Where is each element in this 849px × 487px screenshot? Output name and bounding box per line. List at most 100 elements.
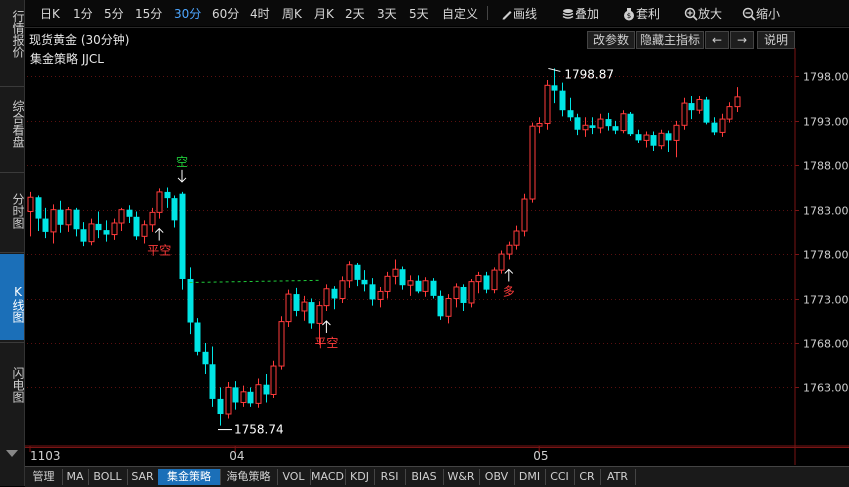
sidebar-tab-flash[interactable]: 闪电图 xyxy=(0,362,25,408)
price-tick-label: 1783.00 xyxy=(803,205,849,218)
indicator-tab[interactable]: CCI xyxy=(545,469,575,485)
candle-body xyxy=(529,125,536,200)
overlay-button[interactable]: 叠加 xyxy=(561,5,599,22)
help-button[interactable]: 说明 xyxy=(757,31,795,49)
zoom-in-button[interactable]: 放大 xyxy=(684,5,722,22)
candle-body xyxy=(285,293,292,323)
candle-body xyxy=(156,191,163,213)
indicator-tab[interactable]: VOL xyxy=(277,469,311,485)
candle-body xyxy=(567,110,574,118)
indicator-tab[interactable]: MA xyxy=(62,469,89,485)
price-tick-label: 1773.00 xyxy=(803,294,849,307)
candle-body xyxy=(506,244,513,255)
zoom-out-button[interactable]: 缩小 xyxy=(742,5,780,22)
candle-body xyxy=(491,269,498,291)
kline-chart[interactable]: 1798.871758.74空平空平空多 1798.001793.001788.… xyxy=(25,48,849,465)
period-3day[interactable]: 3天 xyxy=(377,5,397,22)
period-60min[interactable]: 60分 xyxy=(212,5,239,22)
candle-body xyxy=(247,391,254,404)
period-4h[interactable]: 4时 xyxy=(250,5,270,22)
candle-body xyxy=(643,134,650,141)
candle-body xyxy=(316,305,323,324)
candles xyxy=(27,68,741,426)
next-indicator-button[interactable]: → xyxy=(730,31,754,49)
candle-body xyxy=(498,253,505,271)
indicator-tab[interactable]: SAR xyxy=(127,469,159,485)
period-5day[interactable]: 5天 xyxy=(409,5,429,22)
period-week-k[interactable]: 周K xyxy=(282,5,302,22)
indicator-tab[interactable]: DMI xyxy=(514,469,546,485)
sidebar-tab-overview[interactable]: 综合看盘 xyxy=(0,94,25,154)
candle-body xyxy=(50,209,57,233)
indicator-tab[interactable]: W&R xyxy=(443,469,480,485)
indicator-tab[interactable]: OBV xyxy=(479,469,515,485)
indicator-tabs: 管理 MA BOLL SAR 集金策略 海龟策略 VOL MACD KDJ RSI BIAS W&R O… xyxy=(25,466,849,487)
arbitrage-bag-icon: $ xyxy=(622,7,636,21)
left-sidebar: 行情报价 综合看盘 分时图 K线图 闪电图 xyxy=(0,0,25,486)
candle-body xyxy=(293,294,300,311)
period-month-k[interactable]: 月K xyxy=(314,5,334,22)
sidebar-tab-kline[interactable]: K线图 xyxy=(0,254,25,340)
candle-body xyxy=(620,113,627,132)
svg-text:$: $ xyxy=(627,12,631,20)
cover-signal-label: 平空 xyxy=(314,336,338,350)
sidebar-tab-quotes[interactable]: 行情报价 xyxy=(0,4,25,64)
candle-body xyxy=(589,125,596,128)
indicator-tab[interactable]: 集金策略 xyxy=(158,469,221,485)
sidebar-scroll-down-icon[interactable] xyxy=(6,450,18,457)
candle-body xyxy=(35,197,42,219)
indicator-tab[interactable]: BOLL xyxy=(88,469,128,485)
candle-body xyxy=(301,301,308,312)
indicator-tab[interactable]: ATR xyxy=(600,469,636,485)
candle-body xyxy=(673,124,680,141)
instrument-title: 现货黄金 (30分钟) xyxy=(29,33,130,47)
indicator-tab[interactable]: RSI xyxy=(374,469,406,485)
candle-body xyxy=(73,209,80,230)
change-params-button[interactable]: 改参数 xyxy=(587,31,635,49)
candle-body xyxy=(627,113,634,135)
candle-body xyxy=(202,351,209,365)
candle-body xyxy=(111,222,118,236)
sidebar-tab-timeshare[interactable]: 分时图 xyxy=(0,188,25,234)
candle-body xyxy=(369,284,376,300)
arbitrage-button[interactable]: $ 套利 xyxy=(622,5,660,22)
overlay-stack-icon xyxy=(561,8,575,20)
candle-body xyxy=(635,134,642,141)
candle-body xyxy=(103,230,110,235)
period-1min[interactable]: 1分 xyxy=(73,5,93,22)
period-custom[interactable]: 自定义 xyxy=(442,5,478,22)
candle-body xyxy=(734,96,741,108)
period-2day[interactable]: 2天 xyxy=(345,5,365,22)
indicator-tab[interactable]: BIAS xyxy=(405,469,444,485)
candle-body xyxy=(612,126,619,131)
indicator-tab[interactable]: KDJ xyxy=(345,469,375,485)
indicator-tab[interactable]: CR xyxy=(574,469,601,485)
draw-line-button[interactable]: 画线 xyxy=(501,5,537,22)
candle-body xyxy=(399,269,406,286)
price-tick-label: 1798.00 xyxy=(803,71,849,84)
candle-body xyxy=(118,209,125,224)
candle-body xyxy=(536,123,543,127)
trend-dash-line xyxy=(189,279,321,284)
candle-body xyxy=(605,119,612,127)
buy-signal-label: 多 xyxy=(503,284,515,298)
candle-body xyxy=(726,106,733,120)
period-5min[interactable]: 5分 xyxy=(104,5,124,22)
max-price-label: 1798.87 xyxy=(564,67,614,81)
prev-indicator-button[interactable]: ← xyxy=(705,31,729,49)
period-30min[interactable]: 30分 xyxy=(174,5,201,22)
period-day-k[interactable]: 日K xyxy=(40,5,60,22)
hide-main-indicator-button[interactable]: 隐藏主指标 xyxy=(636,31,704,49)
price-tick-label: 1763.00 xyxy=(803,382,849,395)
candle-body xyxy=(346,264,353,282)
candle-body xyxy=(194,322,201,352)
candle-body xyxy=(361,279,368,285)
indicator-tab[interactable]: MACD xyxy=(310,469,346,485)
period-15min[interactable]: 15分 xyxy=(135,5,162,22)
candle-body xyxy=(544,84,551,125)
indicator-tab[interactable]: 海龟策略 xyxy=(220,469,278,485)
candle-body xyxy=(422,280,429,292)
indicator-tab[interactable]: 管理 xyxy=(25,469,63,485)
candle-body xyxy=(255,384,262,404)
candle-body xyxy=(597,118,604,129)
